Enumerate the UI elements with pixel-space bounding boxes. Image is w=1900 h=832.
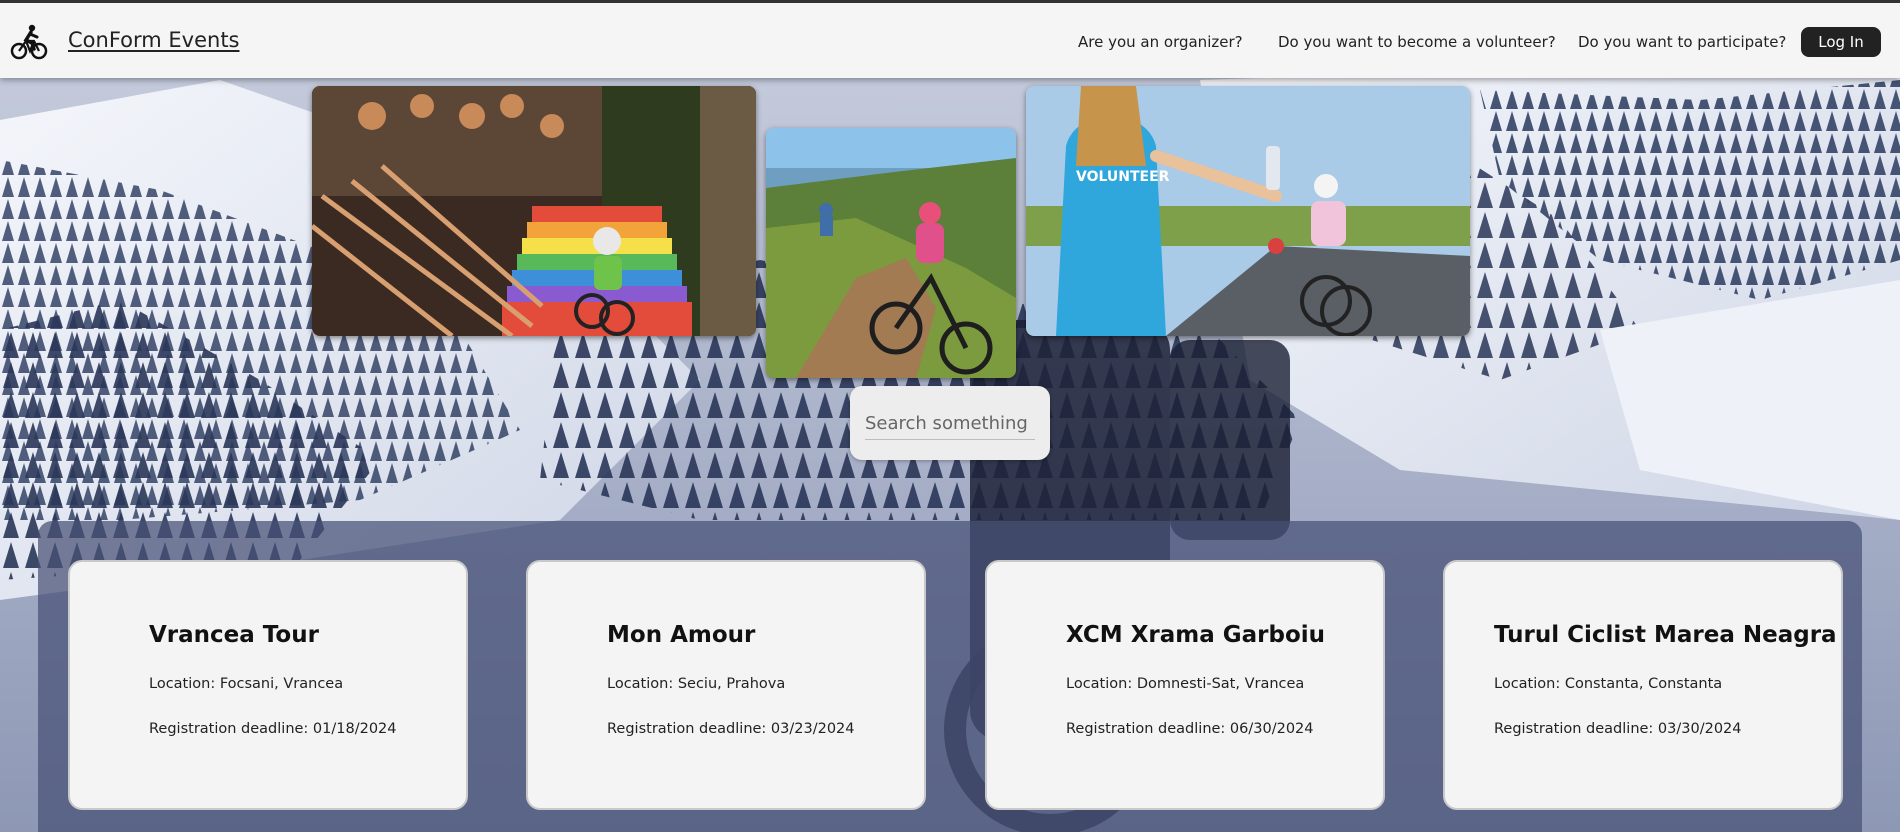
event-card[interactable]: Mon Amour Location: Seciu, Prahova Regis… (526, 560, 926, 810)
event-title: Vrancea Tour (149, 622, 319, 648)
search-input[interactable] (865, 408, 1035, 440)
nav-participate-link[interactable]: Do you want to participate? (1578, 33, 1786, 51)
nav-organizer-link[interactable]: Are you an organizer? (1078, 33, 1243, 51)
event-deadline: Registration deadline: 01/18/2024 (149, 721, 397, 737)
event-deadline: Registration deadline: 06/30/2024 (1066, 721, 1314, 737)
event-card[interactable]: XCM Xrama Garboiu Location: Domnesti-Sat… (985, 560, 1385, 810)
event-card[interactable]: Turul Ciclist Marea Neagra Location: Con… (1443, 560, 1843, 810)
event-deadline: Registration deadline: 03/30/2024 (1494, 721, 1742, 737)
downhill-race-photo (312, 86, 756, 336)
cyclist-icon[interactable] (10, 23, 48, 61)
event-location: Location: Seciu, Prahova (607, 676, 786, 692)
svg-text:VOLUNTEER: VOLUNTEER (1076, 169, 1170, 185)
brand-link[interactable]: ConForm Events (68, 28, 240, 52)
event-location: Location: Constanta, Constanta (1494, 676, 1723, 692)
event-deadline: Registration deadline: 03/23/2024 (607, 721, 855, 737)
volunteer-water-photo: VOLUNTEER (1026, 86, 1470, 336)
nav-volunteer-link[interactable]: Do you want to become a volunteer? (1278, 33, 1556, 51)
mountain-trail-photo (766, 128, 1016, 378)
event-card[interactable]: Vrancea Tour Location: Focsani, Vrancea … (68, 560, 468, 810)
login-button[interactable]: Log In (1801, 27, 1881, 57)
event-location: Location: Focsani, Vrancea (149, 676, 344, 692)
search-container (850, 386, 1050, 460)
event-title: XCM Xrama Garboiu (1066, 622, 1326, 648)
top-navbar: ConForm Events Are you an organizer? Do … (0, 0, 1900, 78)
event-title: Turul Ciclist Marea Neagra (1494, 622, 1837, 648)
event-location: Location: Domnesti-Sat, Vrancea (1066, 676, 1305, 692)
event-title: Mon Amour (607, 622, 756, 648)
